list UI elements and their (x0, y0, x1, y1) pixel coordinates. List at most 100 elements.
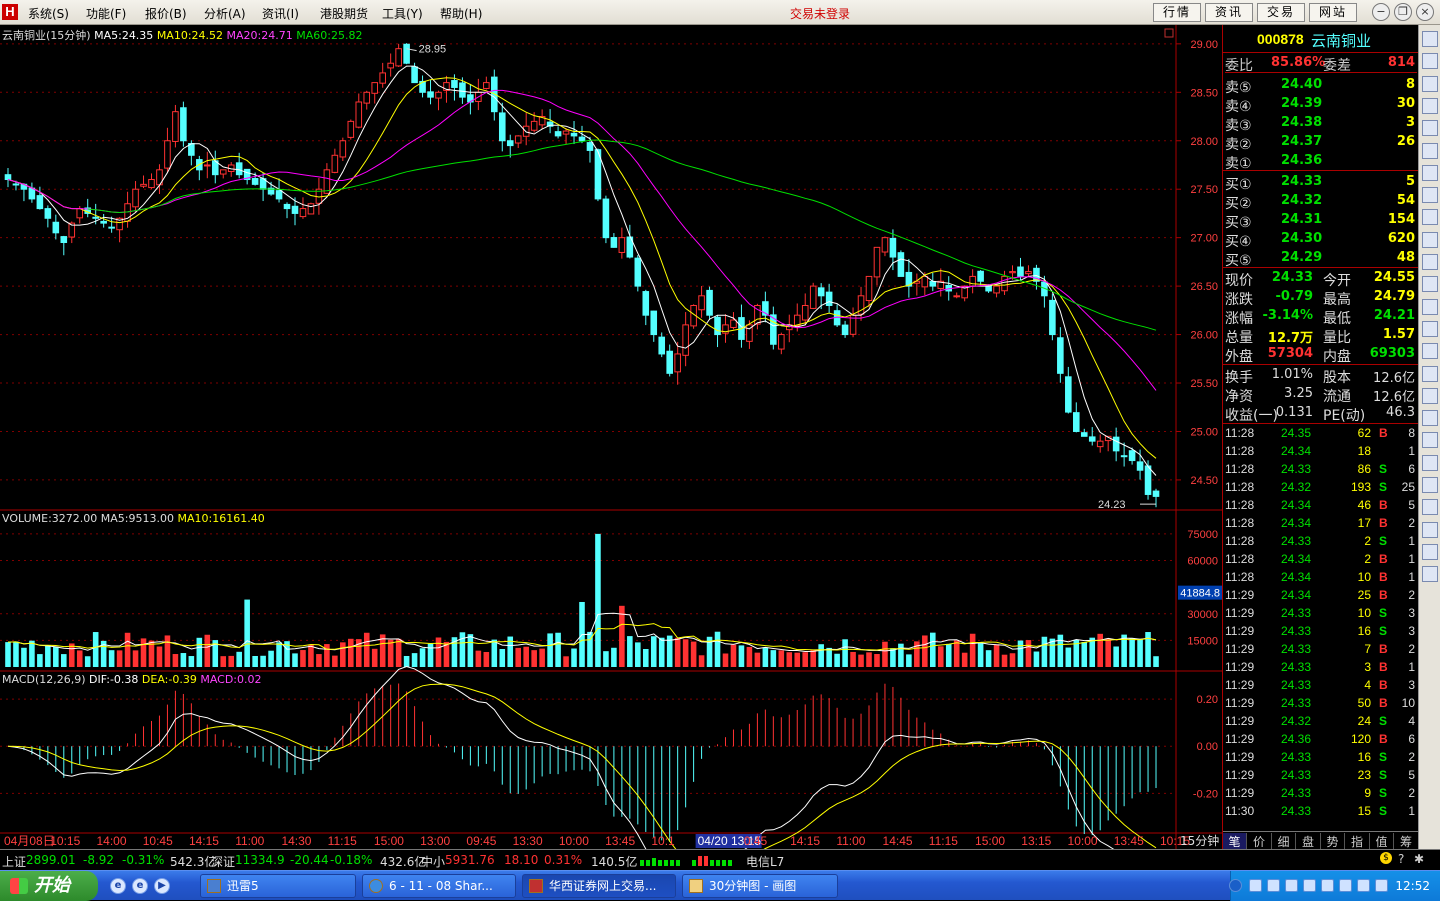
tick-row[interactable]: 11:29 24.33 4 B 3 (1225, 677, 1417, 695)
volume-bar[interactable] (874, 653, 880, 667)
volume-bar[interactable] (682, 639, 689, 667)
candle-body[interactable] (1112, 436, 1120, 452)
volume-bar[interactable] (53, 646, 59, 667)
tool-m8-icon[interactable] (1422, 187, 1438, 204)
ie-icon[interactable]: e (110, 878, 126, 894)
candle-body[interactable] (1080, 432, 1088, 437)
start-button[interactable]: 开始 (0, 871, 98, 901)
tray-icon-4[interactable] (1303, 879, 1316, 892)
volume-bar[interactable] (180, 653, 187, 667)
period-label[interactable]: 15分钟 (1180, 833, 1219, 848)
volume-bar[interactable] (435, 637, 442, 667)
volume-bar[interactable] (268, 650, 274, 667)
volume-bar[interactable] (531, 650, 537, 667)
volume-bar[interactable] (467, 634, 474, 667)
volume-bar[interactable] (324, 644, 330, 667)
panel-tab[interactable]: 价 (1248, 833, 1272, 850)
candle-body[interactable] (1001, 275, 1008, 292)
login-status[interactable]: 交易未登录 (790, 5, 850, 22)
tool-m13-icon[interactable] (1422, 298, 1438, 315)
task-trading[interactable]: 华西证券网上交易... (522, 874, 676, 898)
tick-row[interactable]: 11:29 24.34 25 B 2 (1225, 587, 1417, 605)
volume-bar[interactable] (411, 653, 418, 667)
candle-body[interactable] (618, 237, 626, 253)
volume-bar[interactable] (61, 654, 67, 667)
tool-m12-icon[interactable] (1422, 276, 1438, 293)
tray-icon-3[interactable] (1285, 879, 1298, 892)
candle-body[interactable] (395, 48, 402, 67)
volume-bar[interactable] (37, 654, 43, 667)
volume-bar[interactable] (475, 650, 482, 667)
volume-bar[interactable] (969, 633, 976, 667)
volume-bar[interactable] (1065, 647, 1072, 667)
candle-body[interactable] (28, 187, 36, 200)
candle-body[interactable] (650, 310, 658, 336)
tick-row[interactable]: 11:28 24.34 10 B 1 (1225, 569, 1417, 587)
volume-bar[interactable] (738, 645, 745, 667)
volume-bar[interactable] (403, 655, 410, 667)
volume-bar[interactable] (363, 632, 370, 667)
tool-m1-icon[interactable] (1422, 31, 1438, 47)
candle-body[interactable] (52, 221, 60, 234)
candle-body[interactable] (570, 132, 578, 137)
candle-body[interactable] (235, 162, 243, 176)
candle-body[interactable] (1152, 490, 1160, 497)
trade-button[interactable]: 交易 (1257, 3, 1305, 22)
tick-list[interactable]: 11:28 24.35 62 B 8 11:28 24.34 18 1 11:28 24.33 86 S… (1223, 425, 1419, 825)
candle-body[interactable] (642, 291, 650, 316)
volume-bar[interactable] (674, 637, 681, 667)
tray-icon-2[interactable] (1267, 879, 1280, 892)
candle-body[interactable] (172, 111, 179, 142)
volume-bar[interactable] (690, 641, 697, 667)
volume-bar[interactable] (292, 653, 298, 667)
volume-bar[interactable] (882, 641, 888, 667)
candle-body[interactable] (977, 270, 984, 282)
volume-bar[interactable] (260, 655, 266, 667)
volume-bar[interactable] (858, 654, 864, 667)
volume-bar[interactable] (1145, 632, 1151, 667)
volume-bar[interactable] (1129, 638, 1135, 667)
tool-m15-icon[interactable] (1422, 343, 1438, 360)
candle-body[interactable] (562, 130, 570, 135)
candle-body[interactable] (347, 120, 355, 138)
candle-body[interactable] (530, 120, 538, 131)
volume-bar[interactable] (842, 639, 848, 667)
volume-bar[interactable] (810, 649, 816, 667)
tool-m3-icon[interactable] (1422, 75, 1438, 92)
volume-bar[interactable] (499, 648, 506, 667)
candle-body[interactable] (387, 62, 394, 69)
volume-bar[interactable] (945, 643, 952, 667)
panel-tab[interactable]: 势 (1321, 833, 1345, 850)
candle-body[interactable] (12, 183, 20, 186)
tool-m7-icon[interactable] (1422, 164, 1438, 181)
candle-body[interactable] (108, 226, 115, 229)
candle-body[interactable] (889, 237, 897, 258)
volume-bar[interactable] (459, 632, 466, 667)
tool-down-icon[interactable] (1422, 566, 1438, 583)
candle-body[interactable] (1057, 337, 1064, 374)
tool-move-icon[interactable] (1422, 521, 1438, 538)
candle-body[interactable] (164, 140, 171, 169)
volume-bar[interactable] (491, 639, 498, 667)
volume-bar[interactable] (571, 648, 577, 667)
tool-m5-icon[interactable] (1422, 120, 1438, 137)
volume-bar[interactable] (1001, 654, 1008, 667)
candle-body[interactable] (140, 183, 147, 187)
volume-bar[interactable] (1017, 640, 1024, 667)
settings-icon[interactable]: ✱ (1414, 852, 1424, 866)
volume-bar[interactable] (387, 639, 394, 667)
tool-m6-icon[interactable] (1422, 142, 1438, 159)
candle-body[interactable] (1017, 266, 1024, 277)
candle-body[interactable] (825, 291, 833, 306)
candle-body[interactable] (897, 252, 905, 277)
restore-icon[interactable]: ❐ (1394, 3, 1412, 21)
panel-tab[interactable]: 指 (1346, 833, 1370, 850)
tool-m19-icon[interactable] (1422, 432, 1438, 449)
volume-bar[interactable] (563, 656, 569, 667)
volume-bar[interactable] (1025, 640, 1032, 667)
volume-icon[interactable] (1357, 879, 1370, 892)
tool-up-icon[interactable] (1422, 543, 1438, 560)
volume-bar[interactable] (778, 650, 785, 667)
volume-bar[interactable] (826, 647, 832, 667)
candle-body[interactable] (483, 82, 490, 89)
